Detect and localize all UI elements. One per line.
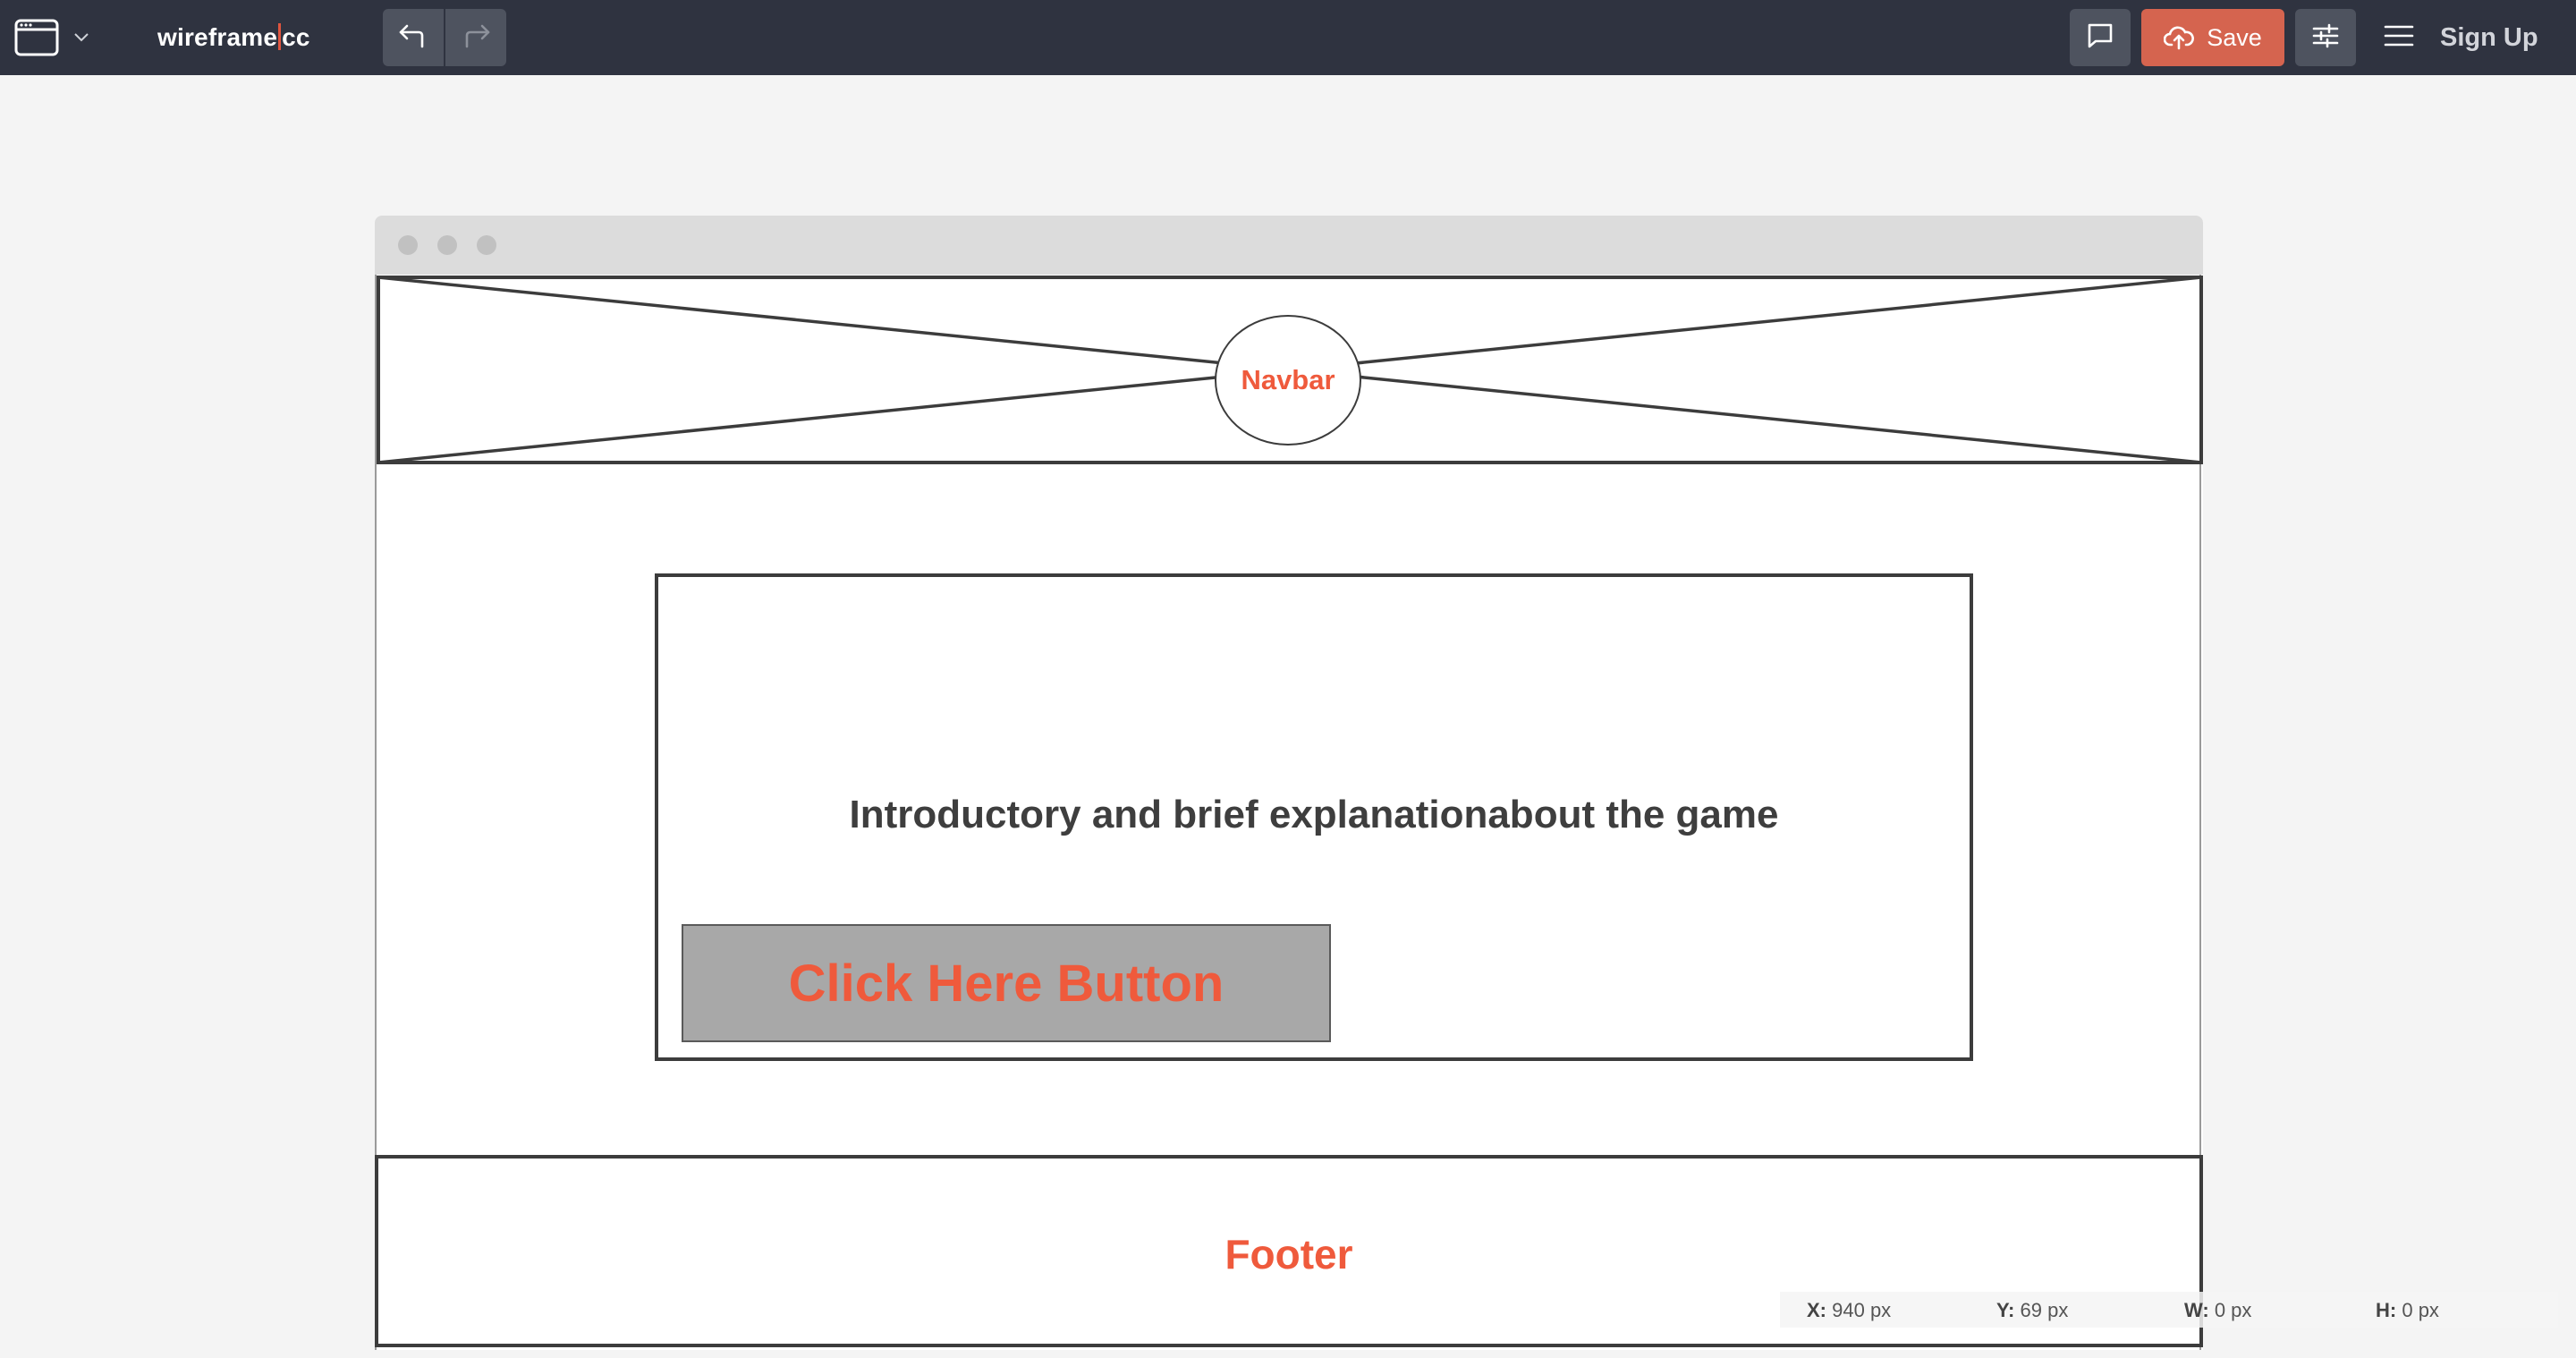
sliders-icon (2311, 22, 2340, 54)
coord-x-value: 940 px (1832, 1299, 1892, 1321)
redo-button[interactable] (445, 9, 506, 66)
logo-separator (278, 23, 282, 50)
settings-button[interactable] (2295, 9, 2356, 66)
coord-y: Y: 69 px (1996, 1299, 2068, 1322)
logo-text: wireframe (157, 23, 278, 51)
navbar-label-bubble: Navbar (1215, 315, 1361, 446)
top-toolbar: wireframe cc Save Sign Up (0, 0, 2576, 75)
coord-h: H: 0 px (2376, 1299, 2439, 1322)
history-controls (383, 9, 506, 66)
window-dot (437, 235, 457, 255)
save-button-label: Save (2207, 23, 2262, 51)
coord-h-label: H: (2376, 1299, 2397, 1321)
chevron-down-icon (73, 32, 89, 43)
sign-up-link[interactable]: Sign Up (2440, 20, 2538, 55)
click-here-button-label: Click Here Button (788, 954, 1224, 1013)
window-type-menu[interactable] (14, 16, 97, 59)
browser-window-icon (14, 18, 59, 57)
navbar-label: Navbar (1241, 364, 1335, 395)
coord-h-value: 0 px (2402, 1299, 2439, 1321)
footer-label: Footer (1224, 1231, 1353, 1277)
coord-x: X: 940 px (1807, 1299, 1891, 1322)
intro-text: Introductory and brief explanationabout … (849, 793, 1779, 836)
main-menu-button[interactable] (2379, 18, 2419, 57)
app-logo: wireframe cc (157, 20, 310, 55)
coord-w-label: W: (2184, 1299, 2209, 1321)
selection-coordinates: X: 940 px Y: 69 px W: 0 px H: 0 px (1780, 1292, 2558, 1328)
cloud-upload-icon (2164, 25, 2195, 50)
comments-button[interactable] (2070, 9, 2131, 66)
click-here-button[interactable]: Click Here Button (682, 924, 1331, 1042)
coord-y-value: 69 px (2020, 1299, 2069, 1321)
window-dot (477, 235, 496, 255)
redo-arrow-icon (461, 22, 491, 54)
coord-w-value: 0 px (2214, 1299, 2252, 1321)
speech-bubble-icon (2086, 22, 2114, 54)
browser-title-bar (375, 216, 2203, 275)
intro-section[interactable]: Introductory and brief explanationabout … (655, 573, 1973, 1061)
save-button[interactable]: Save (2141, 9, 2284, 66)
window-dot (398, 235, 418, 255)
coord-w: W: 0 px (2184, 1299, 2251, 1322)
undo-button[interactable] (383, 9, 444, 66)
undo-arrow-icon (398, 22, 428, 54)
hamburger-icon (2384, 24, 2414, 52)
logo-text-suffix: cc (282, 23, 310, 51)
coord-x-label: X: (1807, 1299, 1826, 1321)
coord-y-label: Y: (1996, 1299, 2015, 1321)
